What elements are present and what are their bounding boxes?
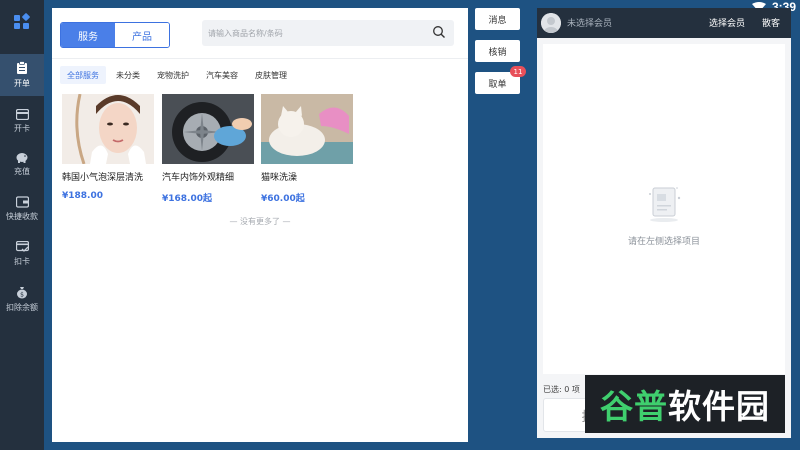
piggy-bank-icon: [16, 153, 28, 163]
product-title: 韩国小气泡深层清洗: [62, 173, 144, 183]
product-image-cat-bath: [261, 94, 353, 164]
product-card[interactable]: 猫咪洗澡 ¥60.00起: [261, 94, 353, 204]
sidebar-item-deduct-balance[interactable]: $ 扣除余额: [0, 278, 44, 320]
product-image-car-detailing: [162, 94, 254, 164]
sidebar-item-label: 开卡: [14, 123, 30, 133]
app-logo-icon: [0, 0, 44, 44]
verify-button[interactable]: 核销: [475, 40, 520, 62]
watermark-green-text: 谷普: [600, 387, 668, 426]
sidebar-item-order[interactable]: 开单: [0, 54, 44, 96]
product-title: 猫咪洗澡: [261, 173, 298, 183]
tab-product[interactable]: 产品: [115, 23, 169, 47]
product-title: 汽车内饰外观精细: [162, 173, 235, 183]
walk-in-button[interactable]: 散客: [762, 16, 780, 29]
watermark-white-text: 软件园: [668, 387, 770, 426]
divider: [52, 58, 468, 59]
watermark-logo: 谷普软件园: [585, 375, 785, 433]
product-price: ¥188.00: [62, 191, 103, 201]
search-box: [202, 20, 454, 46]
take-order-badge: 11: [510, 66, 526, 77]
empty-cart-icon: [649, 187, 681, 222]
product-panel: 服务 产品 全部服务 未分类 宠物洗护 汽车美容 皮肤管理: [52, 8, 468, 442]
sidebar-item-label: 扣卡: [14, 257, 30, 266]
product-image-facial: [62, 94, 154, 164]
category-tabs: 全部服务 未分类 宠物洗护 汽车美容 皮肤管理: [60, 66, 297, 84]
product-price: ¥60.00起: [261, 194, 305, 204]
svg-text:$: $: [20, 291, 24, 298]
take-order-label: 取单: [488, 79, 507, 90]
member-status: 未选择会员: [567, 19, 613, 29]
product-card[interactable]: 汽车内饰外观精细 ¥168.00起: [162, 94, 254, 204]
take-order-button[interactable]: 取单 11: [475, 66, 526, 94]
sidebar-item-deduct-card[interactable]: 扣卡: [0, 233, 44, 275]
tab-service[interactable]: 服务: [61, 23, 115, 47]
sidebar-item-quick-pay[interactable]: 快捷收款: [0, 188, 44, 230]
avatar[interactable]: [541, 13, 561, 33]
sidebar-item-label: 快捷收款: [6, 212, 38, 221]
sidebar: 开单 开卡 充值 快捷收款 扣卡 $ 扣除余额: [0, 0, 44, 450]
cart-panel: 未选择会员 选择会员 散客 请在左侧选择项目 已选: 0 项 挂: [537, 8, 791, 438]
sidebar-item-label: 开单: [14, 79, 30, 88]
no-more-hint: — 没有更多了 —: [229, 217, 291, 226]
wallet-icon: [15, 196, 29, 208]
cart-list: 请在左侧选择项目: [543, 44, 785, 374]
category-uncategorized[interactable]: 未分类: [109, 66, 147, 84]
search-input[interactable]: [208, 25, 418, 41]
message-button[interactable]: 消息: [475, 8, 520, 30]
category-skin-care[interactable]: 皮肤管理: [248, 66, 294, 84]
category-all-services[interactable]: 全部服务: [60, 66, 106, 84]
empty-hint: 请在左侧选择项目: [627, 237, 700, 247]
member-header: 未选择会员 选择会员 散客: [537, 8, 791, 38]
category-car-beauty[interactable]: 汽车美容: [199, 66, 245, 84]
product-card[interactable]: 韩国小气泡深层清洗 ¥188.00: [62, 94, 154, 201]
sidebar-item-label: 充值: [14, 167, 30, 176]
sidebar-item-label: 扣除余额: [6, 302, 38, 312]
category-pet-care[interactable]: 宠物洗护: [150, 66, 196, 84]
type-switch: 服务 产品: [60, 22, 170, 48]
card-check-icon: [15, 241, 29, 252]
sidebar-item-open-card[interactable]: 开卡: [0, 100, 44, 142]
selected-count: 已选: 0 项: [543, 385, 580, 394]
product-price: ¥168.00起: [162, 194, 212, 204]
choose-member-button[interactable]: 选择会员: [709, 16, 745, 29]
sidebar-item-recharge[interactable]: 充值: [0, 143, 44, 185]
search-icon[interactable]: [432, 25, 446, 39]
clipboard-icon: [17, 61, 27, 74]
card-icon: [15, 108, 29, 120]
money-bag-icon: $: [17, 286, 27, 298]
